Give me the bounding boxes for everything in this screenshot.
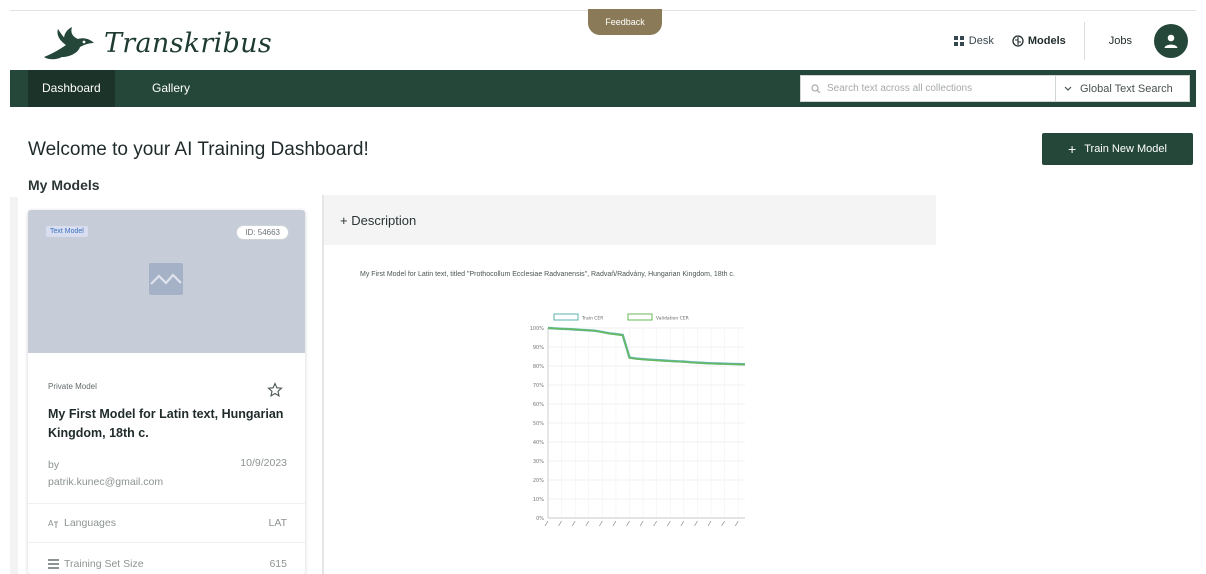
- cer-chart: 100% 90% 80% 70% 60% 50% 40% 30% 20% 10% 0% Train C…: [520, 306, 760, 546]
- user-avatar[interactable]: [1154, 24, 1188, 58]
- model-type-badge: Text Model: [46, 226, 88, 237]
- image-placeholder-icon: [149, 263, 183, 295]
- tab-gallery[interactable]: Gallery: [138, 70, 204, 107]
- bird-logo-icon: [44, 27, 94, 60]
- cer-chart-svg: 100% 90% 80% 70% 60% 50% 40% 30% 20% 10% 0% Train C…: [530, 313, 746, 527]
- y-tick-label: 100%: [530, 326, 545, 332]
- search-scope-select[interactable]: Global Text Search: [1055, 75, 1190, 102]
- legend-label: Validation CER: [656, 316, 689, 322]
- x-tick-mark: [585, 520, 590, 527]
- legend-swatch: [627, 313, 653, 321]
- y-tick-label: 20%: [533, 478, 544, 484]
- x-tick-mark: [707, 520, 712, 527]
- left-strip: [10, 197, 18, 574]
- desk-link[interactable]: Desk: [953, 35, 994, 47]
- main-nav: Dashboard Gallery Search text across all…: [10, 70, 1196, 107]
- series-line-validation-cer: [547, 327, 746, 366]
- detail-divider: [322, 195, 324, 574]
- top-bar: Transkribus Feedback Desk Models Jobs: [10, 9, 1196, 71]
- training-set-label: Training Set Size: [64, 558, 144, 570]
- models-brain-icon: [1012, 35, 1024, 47]
- model-date: 10/9/2023: [240, 457, 287, 469]
- train-new-model-button[interactable]: + Train New Model: [1042, 133, 1193, 165]
- legend-swatch: [553, 313, 579, 321]
- x-tick-mark: [653, 520, 657, 527]
- training-set-icon: [48, 559, 59, 569]
- training-set-row: Training Set Size 615: [28, 545, 305, 574]
- languages-row: A Languages LAT: [28, 504, 305, 542]
- svg-text:A: A: [48, 519, 54, 528]
- brand-name: Transkribus: [104, 27, 272, 59]
- chevron-down-icon: [1064, 86, 1072, 91]
- y-tick-label: 60%: [533, 402, 544, 408]
- languages-label-wrap: A Languages: [48, 517, 269, 529]
- y-tick-label: 30%: [533, 459, 544, 465]
- brand-logo[interactable]: Transkribus: [40, 23, 272, 63]
- model-visibility: Private Model: [48, 382, 97, 391]
- plus-icon: +: [1068, 141, 1077, 157]
- model-title[interactable]: My First Model for Latin text, Hungarian…: [48, 405, 293, 443]
- header-divider: [1083, 22, 1085, 60]
- tab-dashboard[interactable]: Dashboard: [28, 70, 115, 107]
- x-tick-mark: [626, 520, 630, 527]
- x-tick-mark: [666, 520, 671, 527]
- languages-label: Languages: [64, 517, 116, 529]
- x-tick-mark: [599, 520, 603, 527]
- training-set-label-wrap: Training Set Size: [48, 558, 269, 570]
- model-card-thumbnail: Text Model ID: 54663: [28, 210, 305, 353]
- x-tick-mark: [612, 520, 617, 527]
- y-tick-label: 0%: [536, 516, 544, 522]
- y-tick-label: 50%: [533, 421, 544, 427]
- y-tick-label: 90%: [533, 345, 544, 351]
- page-title: Welcome to your AI Training Dashboard!: [28, 139, 369, 160]
- search-scope-label: Global Text Search: [1080, 82, 1173, 95]
- top-right-links: Desk Models Jobs: [953, 11, 1196, 71]
- description-toggle[interactable]: + Description: [324, 195, 936, 245]
- languages-icon: A: [48, 519, 58, 528]
- model-author: by patrik.kunec@gmail.com: [48, 457, 163, 491]
- global-search-input[interactable]: Search text across all collections: [800, 75, 1056, 102]
- train-button-label: Train New Model: [1084, 143, 1167, 155]
- x-tick-mark: [694, 520, 698, 527]
- x-tick-mark: [639, 520, 644, 527]
- card-divider: [28, 542, 305, 543]
- description-text: My First Model for Latin text, titled "P…: [360, 271, 735, 278]
- y-tick-label: 80%: [533, 364, 544, 370]
- feedback-tab[interactable]: Feedback: [588, 9, 662, 35]
- legend-label: Train CER: [581, 316, 603, 322]
- x-tick-mark: [558, 520, 562, 527]
- model-id-badge: ID: 54663: [236, 225, 289, 240]
- by-label: by: [48, 459, 60, 471]
- x-tick-mark: [721, 520, 725, 527]
- x-tick-mark: [680, 520, 685, 527]
- x-tick-mark: [734, 520, 739, 527]
- author-email: patrik.kunec@gmail.com: [48, 476, 164, 488]
- desk-icon: [953, 35, 964, 46]
- series-line-train-cer: [547, 326, 746, 366]
- search-placeholder: Search text across all collections: [827, 83, 973, 94]
- x-tick-mark: [571, 520, 576, 527]
- languages-value: LAT: [268, 517, 287, 529]
- my-models-heading: My Models: [28, 177, 100, 193]
- y-tick-label: 40%: [533, 440, 544, 446]
- favorite-star-icon[interactable]: [267, 382, 283, 398]
- training-set-value: 615: [269, 558, 287, 570]
- jobs-link[interactable]: Jobs: [1109, 35, 1132, 47]
- models-link[interactable]: Models: [1012, 35, 1066, 47]
- y-tick-label: 70%: [533, 383, 544, 389]
- user-icon: [1164, 34, 1178, 48]
- search-icon: [811, 83, 821, 93]
- models-label: Models: [1027, 35, 1066, 47]
- y-tick-label: 10%: [533, 497, 544, 503]
- desk-label: Desk: [968, 35, 994, 47]
- x-tick-mark: [544, 520, 549, 527]
- model-card[interactable]: Text Model ID: 54663 Private Model My Fi…: [28, 210, 305, 574]
